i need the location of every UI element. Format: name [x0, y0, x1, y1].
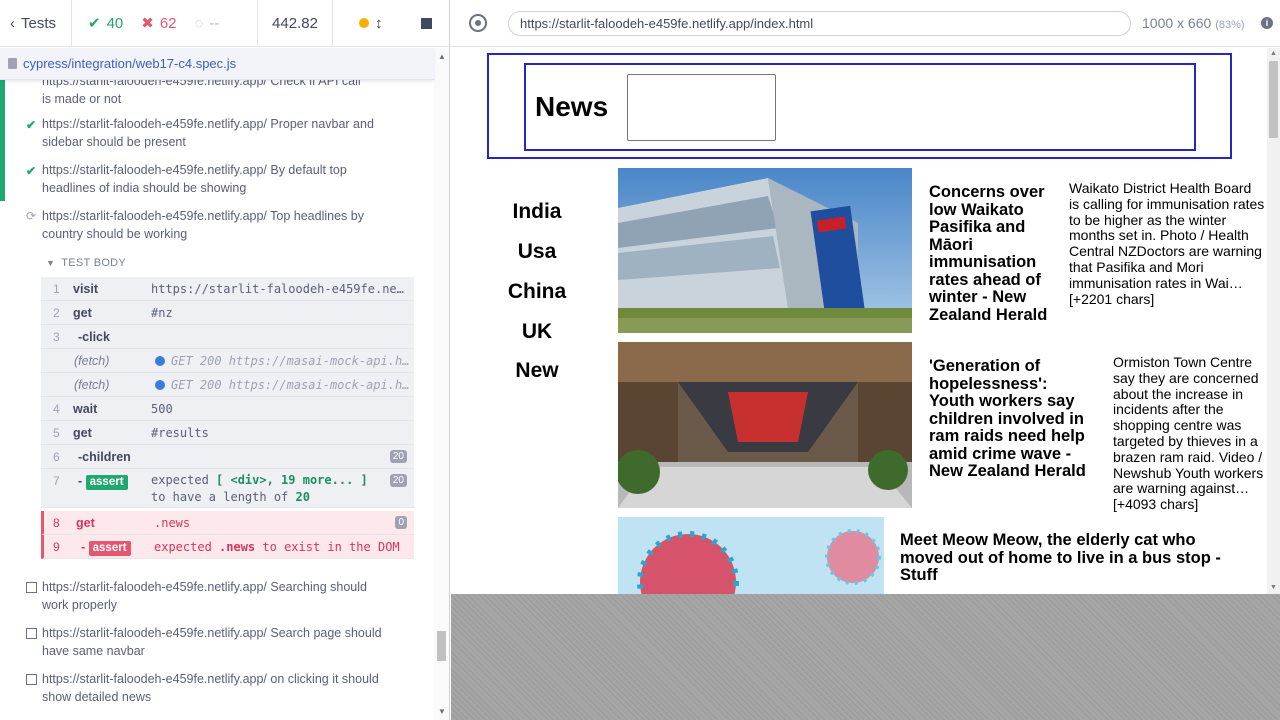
test-body-toggle[interactable]: ▼ TEST BODY [46, 257, 126, 269]
command-row[interactable]: 2 get #nz [41, 301, 414, 325]
command-row[interactable]: 5 get #results [41, 421, 414, 445]
count-badge: 20 [389, 474, 407, 487]
news-image [618, 517, 884, 594]
count-badge: 0 [395, 516, 407, 529]
chevron-left-icon: ‹ [10, 14, 15, 32]
command-row[interactable]: (fetch) GET 200 https://masai-mock-api.h… [41, 373, 414, 397]
spec-file-bar: cypress/integration/web17-c4.spec.js [0, 48, 434, 80]
test-reporter: ‹ Tests ✔ 40 ✖ 62 ◌ -- 442.82 ↕ cypress/int… [0, 0, 450, 720]
duration: 442.82 [258, 0, 333, 47]
check-icon: ✔ [88, 15, 101, 32]
scroll-down-icon[interactable]: ▼ [438, 707, 446, 716]
check-icon: ✔ [26, 118, 37, 132]
check-icon: ✔ [26, 164, 37, 178]
caret-down-icon: ▼ [46, 258, 56, 268]
navbar-inner: News [524, 63, 1196, 151]
sidebar-item-china[interactable]: China [487, 280, 587, 304]
aut-background [451, 594, 1280, 720]
passed-count: ✔ 40 [88, 14, 124, 33]
command-row[interactable]: 3 -click [41, 325, 414, 349]
count-badge: 20 [389, 450, 407, 463]
test-item[interactable]: https://starlit-faloodeh-e459fe.netlify.… [0, 578, 434, 618]
tests-button[interactable]: ‹ Tests [0, 0, 72, 47]
news-title[interactable]: Concerns over low Waikato Pasifika and M… [929, 183, 1054, 324]
scroll-down-icon[interactable]: ▼ [1270, 584, 1277, 591]
spec-file-link[interactable]: cypress/integration/web17-c4.spec.js [23, 56, 236, 71]
news-description: Ormiston Town Centre say they are concer… [1113, 354, 1264, 513]
file-icon [8, 58, 17, 69]
search-input[interactable] [627, 74, 776, 141]
sidebar-item-india[interactable]: India [487, 200, 587, 224]
command-row[interactable]: 1 visit https://starlit-faloodeh-e459fe.n… [41, 277, 414, 301]
command-row-failed[interactable]: 9 - assert expected .news to exist in th… [41, 535, 414, 559]
test-title: https://starlit-faloodeh-e459fe.netlify.… [42, 209, 364, 241]
news-description: Waikato District Health Board is calling… [1069, 180, 1265, 307]
info-icon[interactable]: i [1261, 17, 1273, 29]
command-row[interactable]: (fetch) GET 200 https://masai-mock-api.h… [41, 349, 414, 373]
command-row[interactable]: 4 wait 500 [41, 397, 414, 421]
sidebar-item-uk[interactable]: UK [487, 320, 587, 344]
xhr-dot-icon [155, 356, 165, 366]
scroll-up-icon[interactable]: ▲ [438, 52, 446, 61]
news-title[interactable]: 'Generation of hopelessness': Youth work… [929, 357, 1092, 481]
checkbox-icon [26, 628, 37, 639]
news-image [618, 342, 912, 508]
test-title: https://starlit-faloodeh-e459fe.netlify.… [42, 80, 361, 106]
test-item[interactable]: ✔ https://starlit-faloodeh-e459fe.netlif… [0, 106, 434, 161]
reporter-scrollbar[interactable]: ▲ ▼ [434, 48, 449, 720]
tests-label: Tests [21, 14, 57, 32]
news-image [618, 168, 912, 333]
aut-header: https://starlit-faloodeh-e459fe.netlify.… [451, 0, 1280, 47]
scroll-up-icon[interactable]: ▲ [1270, 50, 1277, 57]
test-item[interactable]: https://starlit-faloodeh-e459fe.netlify.… [0, 80, 434, 106]
command-log: 1 visit https://starlit-faloodeh-e459fe.n… [41, 277, 414, 559]
brand-title: News [535, 91, 609, 122]
app-under-test: News India Usa China UK New Concerns ove… [451, 48, 1280, 594]
test-title: https://starlit-faloodeh-e459fe.netlify.… [42, 626, 382, 658]
circle-notch-icon: ◌ [194, 14, 204, 32]
test-item[interactable]: ✔ https://starlit-faloodeh-e459fe.netlif… [0, 161, 434, 201]
checkbox-icon [26, 582, 37, 593]
test-list: https://starlit-faloodeh-e459fe.netlify.… [0, 80, 434, 720]
test-title: https://starlit-faloodeh-e459fe.netlify.… [42, 163, 347, 195]
test-title: https://starlit-faloodeh-e459fe.netlify.… [42, 580, 367, 612]
refresh-icon: ⟳ [26, 209, 37, 223]
command-message: https://starlit-faloodeh-e459fe.netlify.… [151, 282, 406, 296]
stop-button[interactable] [421, 17, 432, 29]
failed-count: ✖ 62 [141, 14, 177, 33]
command-row[interactable]: 7 - assert expected [ <div>, 19 more... … [41, 469, 414, 508]
selector-playground-icon[interactable] [469, 14, 487, 32]
test-title: https://starlit-faloodeh-e459fe.netlify.… [42, 672, 379, 704]
checkbox-icon [26, 674, 37, 685]
app-scrollbar[interactable]: ▲ ▼ [1267, 48, 1280, 594]
test-stats: ✔ 40 ✖ 62 ◌ -- [72, 0, 258, 47]
navbar: News [487, 53, 1232, 159]
scrollbar-thumb[interactable] [1269, 61, 1278, 138]
news-title[interactable]: Meet Meow Meow, the elderly cat who move… [900, 531, 1250, 585]
arrows-vertical-icon: ↕ [375, 14, 383, 32]
auto-scroll-toggle[interactable]: ↕ [359, 15, 383, 32]
running-indicator-icon [359, 18, 369, 28]
assert-tag: assert [88, 541, 131, 556]
command-row-failed[interactable]: 8 get .news 0 [41, 511, 414, 535]
scrollbar-thumb[interactable] [437, 631, 446, 661]
test-item[interactable]: https://starlit-faloodeh-e459fe.netlify.… [0, 670, 434, 710]
assert-tag: assert [85, 475, 128, 490]
viewport-info: 1000 x 660 (83%) [1142, 15, 1245, 31]
sidebar-item-usa[interactable]: Usa [487, 240, 587, 264]
reporter-controls: ↕ [333, 0, 449, 47]
test-item[interactable]: ⟳ https://starlit-faloodeh-e459fe.netlif… [0, 207, 434, 247]
reporter-header: ‹ Tests ✔ 40 ✖ 62 ◌ -- 442.82 ↕ [0, 0, 449, 47]
pending-count: ◌ -- [194, 14, 220, 32]
test-title: https://starlit-faloodeh-e459fe.netlify.… [42, 117, 374, 149]
sidebar-item-new[interactable]: New [487, 359, 587, 383]
test-item[interactable]: https://starlit-faloodeh-e459fe.netlify.… [0, 624, 434, 664]
xhr-dot-icon [155, 380, 165, 390]
url-bar[interactable]: https://starlit-faloodeh-e459fe.netlify.… [508, 11, 1131, 36]
command-row[interactable]: 6 -children 20 [41, 445, 414, 469]
x-icon: ✖ [141, 15, 154, 32]
